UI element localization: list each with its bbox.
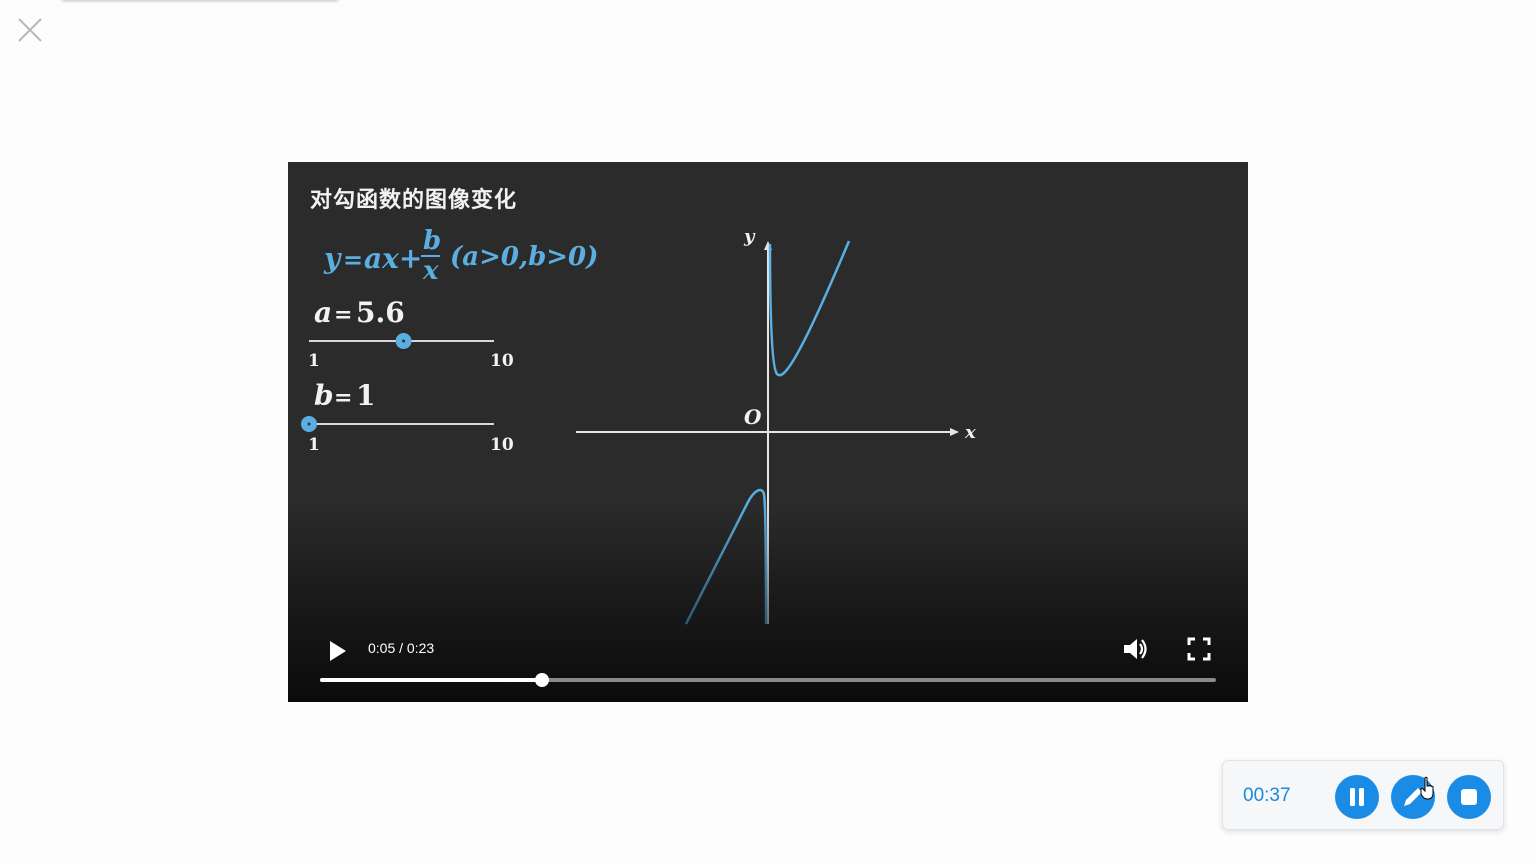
slider-b-knob-center xyxy=(307,422,311,426)
video-progress-thumb[interactable] xyxy=(535,673,550,687)
close-button[interactable] xyxy=(16,16,44,44)
slider-a-knob-center xyxy=(402,339,406,343)
volume-button[interactable] xyxy=(1121,634,1151,664)
slider-b-max: 10 xyxy=(490,435,514,455)
stop-recording-button[interactable] xyxy=(1447,775,1491,819)
slider-a-max: 10 xyxy=(490,351,514,371)
slider-b-equals: = xyxy=(334,385,352,411)
video-time: 0:05 / 0:23 xyxy=(368,640,435,656)
formula-lhs: y xyxy=(323,242,342,275)
slider-a-label: a xyxy=(314,296,332,329)
annotate-pen-button[interactable] xyxy=(1391,775,1435,819)
play-button[interactable] xyxy=(324,638,350,664)
slider-b: b = 1 1 10 xyxy=(301,379,514,455)
pause-recording-button[interactable] xyxy=(1335,775,1379,819)
recording-toolbar: 00:37 xyxy=(1222,760,1504,830)
slider-a-equals: = xyxy=(334,302,352,328)
video-title: 对勾函数的图像变化 xyxy=(310,188,518,213)
stop-icon xyxy=(1461,789,1477,805)
coordinate-axes: x y O xyxy=(576,226,976,624)
formula-denominator: x xyxy=(422,256,439,286)
curve-branch-negative xyxy=(684,488,768,625)
fullscreen-button[interactable] xyxy=(1186,636,1212,662)
origin-label: O xyxy=(744,405,762,429)
video-controls: 0:05 / 0:23 xyxy=(288,622,1248,702)
video-frame: y = ax+ b x (a>0,b>0) a = 5.6 1 10 b = 1 xyxy=(301,226,976,625)
video-player[interactable]: y = ax+ b x (a>0,b>0) a = 5.6 1 10 b = 1 xyxy=(288,162,1248,702)
close-icon xyxy=(18,18,42,42)
volume-icon xyxy=(1124,639,1147,659)
function-formula: y = ax+ b x (a>0,b>0) xyxy=(323,226,598,286)
pause-icon xyxy=(1350,788,1364,806)
slider-b-label: b xyxy=(314,379,334,412)
video-progress-bar[interactable] xyxy=(320,673,1216,687)
formula-numerator: b xyxy=(423,226,441,256)
recording-timer: 00:37 xyxy=(1243,785,1291,806)
x-axis-label: x xyxy=(964,422,976,443)
slider-a-value: 5.6 xyxy=(356,296,405,329)
video-progress-fill xyxy=(320,678,543,682)
fullscreen-icon xyxy=(1187,637,1211,661)
play-icon xyxy=(330,641,346,661)
y-axis-label: y xyxy=(743,226,756,247)
formula-equals: = xyxy=(343,245,363,274)
formula-term: ax+ xyxy=(364,242,422,275)
slider-a-min: 1 xyxy=(308,351,320,371)
slider-b-value: 1 xyxy=(356,379,375,412)
x-axis-arrow xyxy=(950,428,959,436)
curve-branch-positive xyxy=(768,240,851,377)
pen-icon xyxy=(1404,788,1422,806)
formula-condition: (a>0,b>0) xyxy=(450,242,598,272)
slider-b-min: 1 xyxy=(308,435,320,455)
slider-a: a = 5.6 1 10 xyxy=(308,296,514,371)
